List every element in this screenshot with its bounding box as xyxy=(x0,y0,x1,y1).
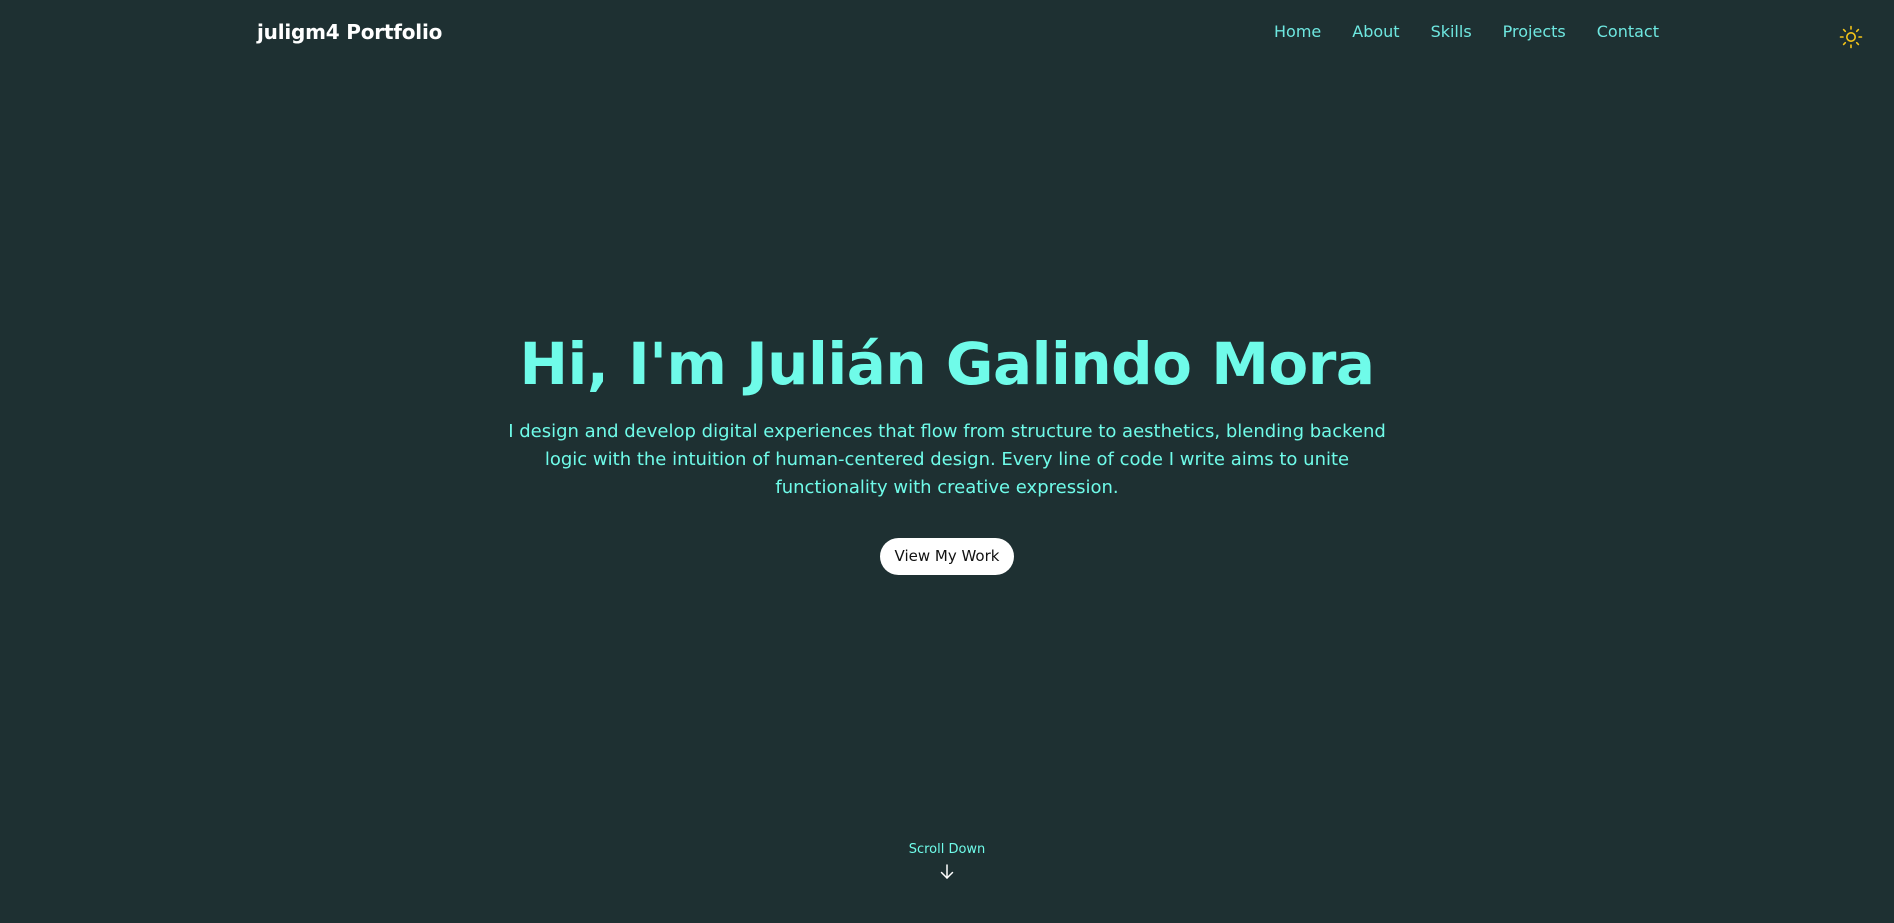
navbar: juligm4 Portfolio Home About Skills Proj… xyxy=(0,0,1894,66)
scroll-down-indicator[interactable]: Scroll Down xyxy=(0,842,1894,881)
view-my-work-button[interactable]: View My Work xyxy=(879,537,1015,575)
nav-link-about[interactable]: About xyxy=(1352,22,1399,41)
theme-toggle-button[interactable] xyxy=(1838,24,1864,50)
hero-section: Hi, I'm Julián Galindo Mora I design and… xyxy=(0,330,1894,575)
arrow-down-icon xyxy=(940,864,954,879)
hero-title: Hi, I'm Julián Galindo Mora xyxy=(519,330,1375,398)
nav-link-home[interactable]: Home xyxy=(1274,22,1321,41)
nav-link-projects[interactable]: Projects xyxy=(1503,22,1566,41)
scroll-down-label: Scroll Down xyxy=(908,842,986,857)
sun-icon xyxy=(1839,25,1863,49)
page: juligm4 Portfolio Home About Skills Proj… xyxy=(0,0,1894,923)
nav-link-skills[interactable]: Skills xyxy=(1431,22,1472,41)
nav-links: Home About Skills Projects Contact xyxy=(1274,22,1659,41)
brand-logo[interactable]: juligm4 Portfolio xyxy=(257,20,442,44)
nav-link-contact[interactable]: Contact xyxy=(1597,22,1659,41)
hero-subtitle: I design and develop digital experiences… xyxy=(508,420,1386,498)
